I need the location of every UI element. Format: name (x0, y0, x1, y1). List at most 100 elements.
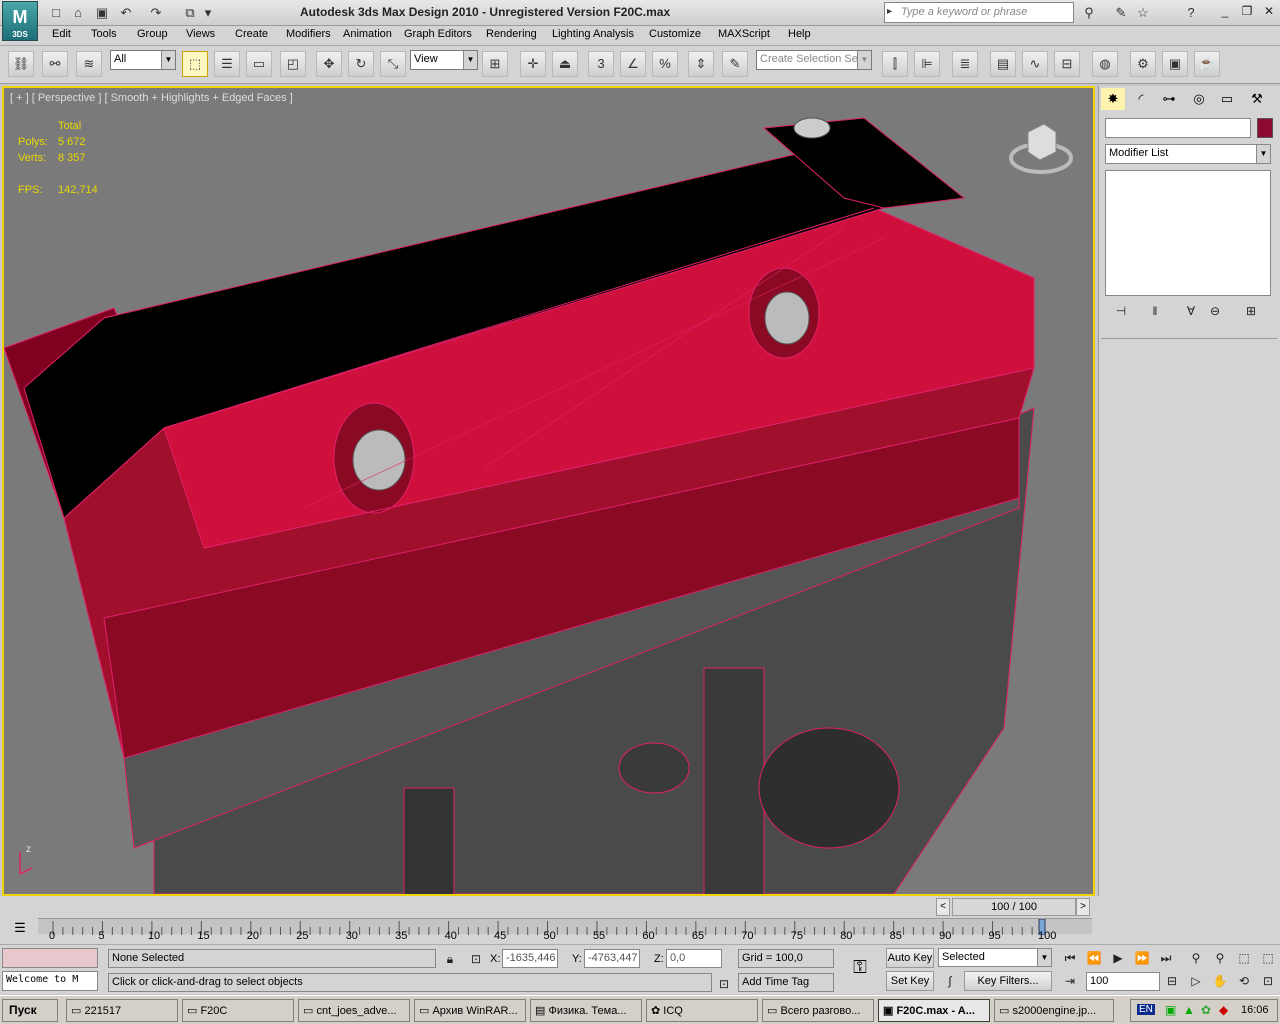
help-icon[interactable]: ? (1180, 3, 1202, 23)
taskbar-item[interactable]: ▤ Физика. Тема... (530, 999, 642, 1022)
next-frame-icon[interactable]: ⏩ (1132, 949, 1152, 967)
move-icon[interactable]: ✥ (316, 51, 342, 77)
percent-snap-icon[interactable]: % (652, 51, 678, 77)
time-slider-prev-icon[interactable]: < (936, 898, 950, 916)
zoom-icon[interactable]: ⚲ (1186, 949, 1206, 967)
taskbar-item[interactable]: ▭ s2000engine.jp... (994, 999, 1114, 1022)
maxscript-mini-listener[interactable] (2, 948, 98, 968)
bind-space-warp-icon[interactable]: ≋ (76, 51, 102, 77)
redo-icon[interactable]: ↷ (146, 3, 166, 23)
curve-editor-icon[interactable]: ∿ (1022, 51, 1048, 77)
antivirus-tray-icon[interactable]: ◆ (1219, 1003, 1228, 1017)
time-slider-thumb[interactable]: 100 / 100 (952, 898, 1076, 916)
zoom-extents-all-icon[interactable]: ⬚ (1258, 949, 1278, 967)
selection-filter-dropdown[interactable]: All ▼ (110, 50, 176, 70)
key-mode-dropdown[interactable]: Selected ▼ (938, 948, 1052, 967)
schematic-view-icon[interactable]: ⊟ (1054, 51, 1080, 77)
spinner-snap-icon[interactable]: ⇕ (688, 51, 714, 77)
field-of-view-icon[interactable]: ▷ (1186, 972, 1206, 990)
subscription-icon[interactable]: ✎ (1110, 3, 1132, 23)
maxscript-welcome[interactable]: Welcome to M (2, 971, 98, 991)
menu-rendering[interactable]: Rendering (486, 28, 537, 40)
search-input[interactable]: ▸ Type a keyword or phrase (884, 2, 1074, 23)
viewcube-icon[interactable] (1008, 118, 1074, 176)
menu-help[interactable]: Help (788, 28, 811, 40)
menu-views[interactable]: Views (186, 28, 215, 40)
play-icon[interactable]: ▶ (1108, 949, 1128, 967)
rotate-icon[interactable]: ↻ (348, 51, 374, 77)
align-icon[interactable]: ⊫ (914, 51, 940, 77)
graphite-toolset-icon[interactable]: ▤ (990, 51, 1016, 77)
make-unique-icon[interactable]: ∀ (1181, 302, 1201, 320)
mirror-icon[interactable]: ⫿ (882, 51, 908, 77)
snap-toggle-icon[interactable]: 3 (588, 51, 614, 77)
hierarchy-tab-icon[interactable]: ⊶ (1157, 88, 1181, 110)
key-mode-toggle-icon[interactable]: ⇥ (1060, 972, 1080, 990)
taskbar-item[interactable]: ▭ Всего разгово... (762, 999, 874, 1022)
restore-button[interactable]: ❐ (1236, 3, 1258, 21)
object-name-field[interactable] (1105, 118, 1251, 138)
time-slider-next-icon[interactable]: > (1076, 898, 1090, 916)
new-file-icon[interactable]: □ (46, 3, 66, 23)
render-setup-icon[interactable]: ⚙ (1130, 51, 1156, 77)
absolute-mode-icon[interactable]: ⊡ (466, 950, 486, 968)
open-file-icon[interactable]: ⌂ (68, 3, 88, 23)
window-crossing-icon[interactable]: ◰ (280, 51, 306, 77)
menu-customize[interactable]: Customize (649, 28, 701, 40)
menu-tools[interactable]: Tools (91, 28, 117, 40)
menu-animation[interactable]: Animation (343, 28, 392, 40)
menu-create[interactable]: Create (235, 28, 268, 40)
x-coordinate-field[interactable]: -1635,446 (502, 949, 558, 968)
taskbar-item[interactable]: ✿ ICQ (646, 999, 758, 1022)
menu-edit[interactable]: Edit (52, 28, 71, 40)
language-indicator[interactable]: EN (1137, 1004, 1155, 1015)
zoom-extents-icon[interactable]: ⬚ (1234, 949, 1254, 967)
named-selection-set-input[interactable]: Create Selection Se ▼ (756, 50, 872, 70)
orbit-icon[interactable]: ⟲ (1234, 972, 1254, 990)
time-tag-icon[interactable]: ⊡ (714, 975, 734, 993)
menu-graph-editors[interactable]: Graph Editors (404, 28, 472, 40)
modifier-list-dropdown[interactable]: Modifier List ▼ (1105, 144, 1271, 164)
show-end-result-icon[interactable]: ‖ (1145, 302, 1165, 320)
taskbar-item[interactable]: ▭ 221517 (66, 999, 178, 1022)
taskbar-item[interactable]: ▭ cnt_joes_adve... (298, 999, 410, 1022)
render-teapot-icon[interactable]: ☕ (1194, 51, 1220, 77)
motion-tab-icon[interactable]: ◎ (1187, 88, 1211, 110)
undo-icon[interactable]: ↶ (116, 3, 136, 23)
search-expand-icon[interactable]: ▸ (887, 6, 892, 17)
create-tab-icon[interactable]: ✸ (1101, 88, 1125, 110)
icq-tray-icon[interactable]: ✿ (1201, 1003, 1211, 1017)
close-button[interactable]: ✕ (1258, 3, 1280, 21)
menu-group[interactable]: Group (137, 28, 168, 40)
taskbar-item[interactable]: ▭ F20C (182, 999, 294, 1022)
project-folder-icon[interactable]: ⧉ (180, 3, 200, 23)
auto-key-button[interactable]: Auto Key (886, 948, 934, 968)
configure-modifier-sets-icon[interactable]: ⊞ (1241, 302, 1261, 320)
key-filters-button[interactable]: Key Filters... (964, 971, 1052, 991)
trackbar-toggle-icon[interactable]: ☰ (6, 920, 34, 940)
z-coordinate-field[interactable]: 0,0 (666, 949, 722, 968)
quick-access-dropdown-icon[interactable]: ▾ (201, 3, 215, 23)
current-frame-field[interactable]: 100 (1086, 972, 1160, 991)
add-time-tag-button[interactable]: Add Time Tag (738, 973, 834, 992)
rectangular-selection-icon[interactable]: ▭ (246, 51, 272, 77)
y-coordinate-field[interactable]: -4763,447 (584, 949, 640, 968)
save-file-icon[interactable]: ▣ (92, 3, 112, 23)
binoculars-icon[interactable]: ⚲ (1078, 3, 1100, 23)
pin-stack-icon[interactable]: ⊣ (1111, 302, 1131, 320)
pan-icon[interactable]: ✋ (1210, 972, 1230, 990)
taskbar-item[interactable]: ▭ Архив WinRAR... (414, 999, 526, 1022)
app-menu-button[interactable]: M 3DS (2, 1, 38, 41)
previous-frame-icon[interactable]: ⏪ (1084, 949, 1104, 967)
scale-icon[interactable]: ⤡ (380, 51, 406, 77)
minimize-button[interactable]: _ (1214, 3, 1236, 21)
pivot-center-icon[interactable]: ⊞ (482, 51, 508, 77)
layer-manager-icon[interactable]: ≣ (952, 51, 978, 77)
trackbar[interactable] (38, 918, 1092, 936)
remove-modifier-icon[interactable]: ⊖ (1205, 302, 1225, 320)
material-editor-icon[interactable]: ◍ (1092, 51, 1118, 77)
utilities-tab-icon[interactable]: ⚒ (1245, 88, 1269, 110)
zoom-all-icon[interactable]: ⚲ (1210, 949, 1230, 967)
tray-app-icon[interactable]: ▣ (1165, 1003, 1176, 1017)
maximize-viewport-icon[interactable]: ⊡ (1258, 972, 1278, 990)
